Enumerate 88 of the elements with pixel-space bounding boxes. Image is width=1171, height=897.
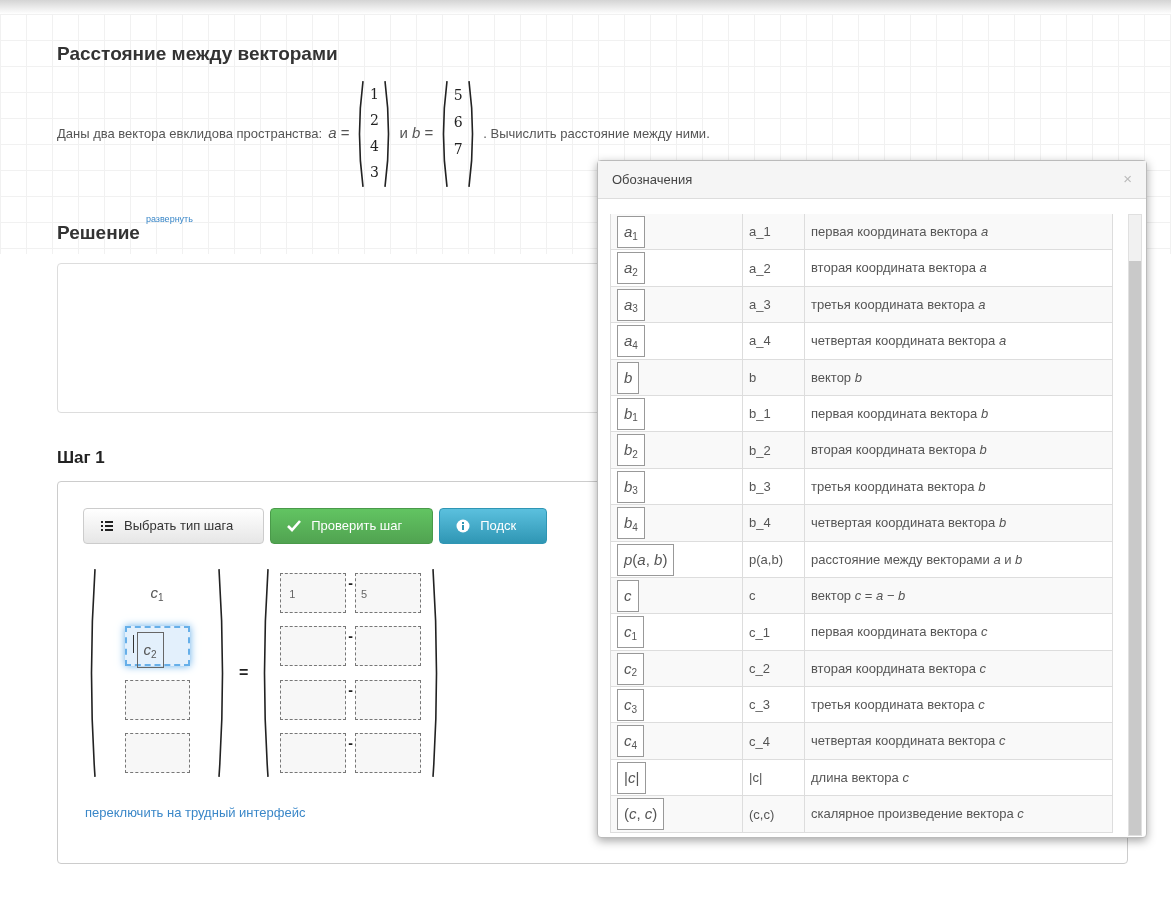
- vector-entry: 4: [370, 137, 379, 156]
- table-cell: вторая координата вектора c: [805, 650, 1113, 687]
- table-cell: вектор b: [805, 359, 1113, 396]
- symbol-button[interactable]: b$_{3}$: [617, 470, 645, 503]
- symbol-button[interactable]: c$_{1}$: [617, 616, 645, 649]
- answer-box[interactable]: [280, 679, 347, 720]
- step-heading: Шаг 1: [57, 447, 105, 469]
- vector-entry: 2: [370, 111, 379, 130]
- table-cell: первая координата вектора c: [805, 614, 1113, 651]
- table-cell: (c,c): [743, 796, 805, 833]
- table-cell: c_4: [743, 723, 805, 760]
- symbol-button[interactable]: b: [617, 361, 640, 394]
- vector-entry: 5: [453, 85, 463, 105]
- panel-title: Обозначения: [612, 170, 693, 189]
- text-cursor: [132, 635, 134, 654]
- table-cell: c_2: [743, 650, 805, 687]
- symbol-button[interactable]: a$_{3}$: [617, 288, 645, 321]
- minus-sign: -: [348, 574, 353, 593]
- table-cell: p(a,b): [743, 541, 805, 578]
- table-cell: c_1: [743, 614, 805, 651]
- check-icon: [287, 518, 302, 533]
- table-cell: вторая координата вектора b: [805, 432, 1113, 469]
- symbol-button[interactable]: a$_{2}$: [617, 252, 645, 285]
- table-cell: первая координата вектора b: [805, 395, 1113, 432]
- table-cell: четвертая координата вектора a: [805, 323, 1113, 360]
- table-cell: b_3: [743, 468, 805, 505]
- minus-sign: -: [348, 680, 353, 700]
- table-cell: a_2: [743, 250, 805, 287]
- answer-box[interactable]: 5: [355, 573, 421, 613]
- table-cell: c: [743, 577, 805, 614]
- table-cell: вектор c = a − b: [805, 577, 1113, 614]
- answer-box[interactable]: [355, 733, 421, 773]
- symbol-button[interactable]: a$_{4}$: [617, 325, 645, 358]
- symbol-button[interactable]: c$_{3}$: [617, 689, 645, 722]
- answer-box[interactable]: [124, 679, 190, 720]
- vector-entry: 7: [453, 140, 463, 160]
- answer-box[interactable]: [355, 679, 421, 720]
- scrollbar-thumb[interactable]: [1129, 261, 1141, 835]
- table-cell: третья координата вектора a: [805, 286, 1113, 323]
- vector-entry: 6: [453, 112, 463, 132]
- expand-link[interactable]: развернуть: [145, 212, 193, 226]
- symbol-button[interactable]: a$_{1}$: [617, 216, 645, 248]
- symbol-button[interactable]: b$_{2}$: [617, 434, 645, 467]
- equals-sign: =: [239, 663, 249, 683]
- table-cell: b_1: [743, 395, 805, 432]
- answer-box[interactable]: 1: [280, 573, 347, 613]
- math-value: c$_{1}$: [150, 583, 164, 605]
- table-cell: b_4: [743, 505, 805, 542]
- answer-box[interactable]: [280, 626, 347, 667]
- switch-interface-link[interactable]: переключить на трудный интерфейс: [85, 802, 306, 822]
- problem-question: . Вычислить расстояние между ними.: [483, 124, 710, 143]
- vector-entry: 3: [370, 163, 379, 182]
- symbol-button[interactable]: |c|: [617, 761, 647, 794]
- answer-box[interactable]: [280, 733, 347, 773]
- vector-entry: 1: [370, 85, 379, 104]
- table-cell: третья координата вектора b: [805, 468, 1113, 505]
- math-symbol: c$_{2}$: [136, 632, 164, 669]
- table-cell: a_4: [743, 323, 805, 360]
- symbol-button[interactable]: c$_{4}$: [617, 725, 645, 758]
- vector-label: a =: [328, 123, 350, 144]
- table-cell: a_3: [743, 286, 805, 323]
- symbol-button[interactable]: (c, c): [617, 798, 665, 831]
- symbol-button[interactable]: c$_{2}$: [617, 652, 645, 685]
- table-cell: b: [743, 359, 805, 396]
- answer-box[interactable]: c$_{2}$: [124, 626, 190, 667]
- answer-box[interactable]: [124, 733, 190, 773]
- minus-sign: -: [348, 734, 353, 753]
- step-button[interactable]: Выбрать тип шага: [83, 507, 265, 544]
- symbol-button[interactable]: c: [617, 579, 639, 612]
- info-icon: [456, 518, 471, 533]
- table-cell: вторая координата вектора a: [805, 250, 1113, 287]
- answer-box[interactable]: [355, 626, 421, 667]
- vector-label: и b =: [399, 123, 434, 144]
- solution-heading: Решение: [57, 220, 140, 245]
- table-cell: четвертая координата вектора c: [805, 723, 1113, 760]
- problem-title: Расстояние между векторами: [57, 42, 339, 66]
- table-cell: четвертая координата вектора b: [805, 505, 1113, 542]
- minus-sign: -: [348, 627, 353, 647]
- problem-statement: Даны два вектора евклидова пространства:: [57, 124, 323, 143]
- table-cell: |c|: [743, 759, 805, 796]
- symbol-button[interactable]: b$_{1}$: [617, 397, 645, 430]
- table-cell: скалярное произведение вектора c: [805, 796, 1113, 833]
- symbol-button[interactable]: b$_{4}$: [617, 507, 645, 540]
- table-cell: расстояние между векторами a и b: [805, 541, 1113, 578]
- symbol-button[interactable]: p(a, b): [617, 543, 675, 576]
- table-cell: b_2: [743, 432, 805, 469]
- table-cell: длина вектора c: [805, 759, 1113, 796]
- list-icon: [100, 518, 114, 533]
